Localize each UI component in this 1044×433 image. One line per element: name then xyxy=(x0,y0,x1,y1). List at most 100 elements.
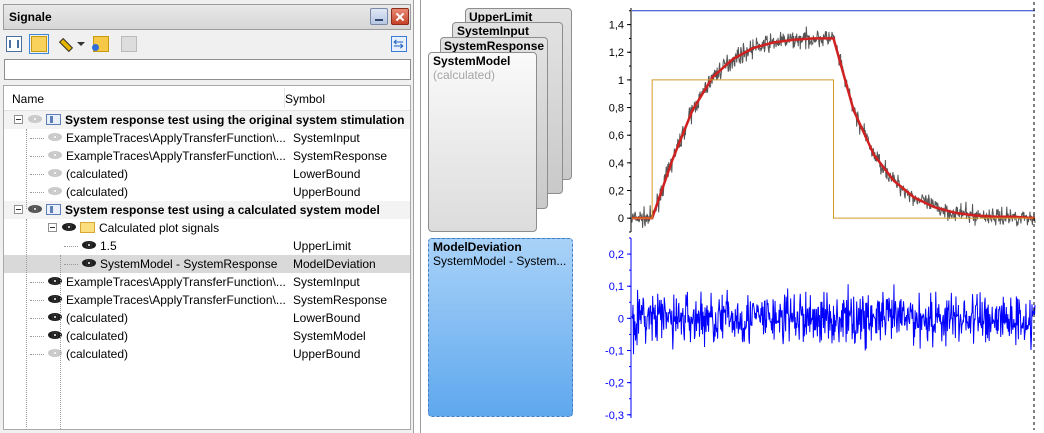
tree-row-symbol: ModelDeviation xyxy=(293,257,376,271)
visibility-eye-icon[interactable] xyxy=(28,114,42,124)
visibility-eye-icon[interactable] xyxy=(28,204,42,214)
tree-header: Name Symbol xyxy=(4,86,410,111)
tree-connector xyxy=(30,336,44,337)
tree-row-symbol: LowerBound xyxy=(293,311,361,325)
signals-panel: Signale Name Symbol System response test… xyxy=(0,0,414,433)
plot-area: UpperLimit SystemInput SystemResponse Sy… xyxy=(420,0,1044,433)
tree-connector xyxy=(30,300,44,301)
y-tick-label: 0,4 xyxy=(609,158,624,170)
collapse-toggle-icon[interactable] xyxy=(14,205,23,214)
column-header-symbol[interactable]: Symbol xyxy=(285,92,325,106)
signal-group-icon xyxy=(46,114,61,125)
table-icon[interactable] xyxy=(6,36,22,52)
add-folder-icon[interactable] xyxy=(92,36,109,52)
signal-tree: Name Symbol System response test using t… xyxy=(3,85,411,430)
y-tick-label: 0 xyxy=(618,313,624,325)
tree-connector xyxy=(30,282,44,283)
signal-group-icon xyxy=(46,204,61,215)
visibility-eye-icon[interactable] xyxy=(82,258,96,268)
search-input[interactable] xyxy=(4,59,411,80)
folder-icon xyxy=(80,222,95,233)
plots-svg[interactable]: 1,4 1,2 1 0,8 0,6 0,4 0,2 0 0,2 0,1 0 -0,1 -0,2 -0,3 xyxy=(421,0,1044,433)
tree-row-name: System response test using the original … xyxy=(65,113,405,127)
tree-connector xyxy=(26,219,27,427)
tree-row[interactable]: (calculated) UpperBound xyxy=(4,183,410,201)
tree-group-row[interactable]: System response test using a calculated … xyxy=(4,201,410,219)
tree-row-name: (calculated) xyxy=(66,311,129,325)
y-tick-label: 1 xyxy=(618,75,624,87)
collapse-toggle-icon[interactable] xyxy=(14,115,23,124)
tree-row-name: System response test using a calculated … xyxy=(65,203,380,217)
pencil-icon[interactable] xyxy=(57,36,73,52)
tree-connector xyxy=(30,156,44,157)
chevron-down-icon[interactable] xyxy=(77,36,85,52)
tree-row-symbol: LowerBound xyxy=(293,167,361,181)
tree-row-symbol: UpperBound xyxy=(293,185,361,199)
tree-row[interactable]: (calculated) LowerBound xyxy=(4,165,410,183)
tree-row-symbol: SystemModel xyxy=(293,329,366,343)
panel-titlebar: Signale xyxy=(3,4,411,30)
tree-row-name: (calculated) xyxy=(66,185,129,199)
visibility-eye-icon[interactable] xyxy=(48,132,62,142)
tree-group-row[interactable]: System response test using the original … xyxy=(4,111,410,129)
remove-icon[interactable] xyxy=(121,36,137,52)
y-tick-label: 1,2 xyxy=(609,47,624,59)
tree-row-name: (calculated) xyxy=(66,167,129,181)
tree-row-symbol: SystemResponse xyxy=(293,293,388,307)
panel-title: Signale xyxy=(9,10,52,24)
y-tick-label: 1,4 xyxy=(609,20,624,32)
tree-row-symbol: SystemInput xyxy=(293,275,360,289)
tree-row-name: (calculated) xyxy=(66,329,129,343)
tree-row[interactable]: ExampleTraces\ApplyTransferFunction\... S… xyxy=(4,129,410,147)
sync-icon[interactable] xyxy=(391,36,407,52)
tree-connector xyxy=(26,129,27,209)
y-tick-label: -0,1 xyxy=(605,346,624,358)
folder-icon[interactable] xyxy=(29,34,49,54)
tree-row[interactable]: SystemModel - SystemResponse ModelDeviati… xyxy=(4,255,410,273)
tree-row-name: (calculated) xyxy=(66,347,129,361)
tree-row-symbol: UpperLimit xyxy=(293,239,352,253)
tree-connector xyxy=(64,246,78,247)
tree-row-name: SystemModel - SystemResponse xyxy=(100,257,278,271)
y-tick-label: 0,2 xyxy=(609,186,624,198)
tree-row-name: ExampleTraces\ApplyTransferFunction\... xyxy=(66,275,286,289)
tree-row-name: ExampleTraces\ApplyTransferFunction\... xyxy=(66,149,286,163)
tree-row[interactable]: 1.5 UpperLimit xyxy=(4,237,410,255)
close-button[interactable] xyxy=(391,8,409,25)
tree-row-name: Calculated plot signals xyxy=(99,221,220,235)
tree-row[interactable]: (calculated) SystemModel xyxy=(4,327,410,345)
tree-row-symbol: SystemInput xyxy=(293,131,360,145)
visibility-eye-icon[interactable] xyxy=(48,186,62,196)
tree-row-symbol: UpperBound xyxy=(293,347,361,361)
tree-row[interactable]: ExampleTraces\ApplyTransferFunction\... S… xyxy=(4,147,410,165)
y-tick-label: -0,2 xyxy=(605,378,624,390)
tree-connector xyxy=(30,354,44,355)
y-tick-label: 0,2 xyxy=(609,249,624,261)
y-tick-label: 0,6 xyxy=(609,130,624,142)
tree-connector xyxy=(30,318,44,319)
tree-row[interactable]: (calculated) LowerBound xyxy=(4,309,410,327)
y-tick-label: 0,1 xyxy=(609,281,624,293)
tree-connector xyxy=(60,255,61,429)
tree-row-symbol: SystemResponse xyxy=(293,149,388,163)
visibility-eye-icon[interactable] xyxy=(62,222,76,232)
visibility-eye-icon[interactable] xyxy=(48,168,62,178)
visibility-eye-icon[interactable] xyxy=(48,150,62,160)
tree-row-name: ExampleTraces\ApplyTransferFunction\... xyxy=(66,293,286,307)
visibility-eye-icon[interactable] xyxy=(82,240,96,250)
y-tick-label: -0,3 xyxy=(605,410,624,422)
tree-row[interactable]: ExampleTraces\ApplyTransferFunction\... S… xyxy=(4,273,410,291)
minimize-button[interactable] xyxy=(370,8,388,25)
tree-connector xyxy=(64,264,78,265)
tree-connector xyxy=(30,174,44,175)
tree-row[interactable]: (calculated) UpperBound xyxy=(4,345,410,363)
tree-row[interactable]: ExampleTraces\ApplyTransferFunction\... S… xyxy=(4,291,410,309)
collapse-toggle-icon[interactable] xyxy=(48,223,57,232)
series-modeldeviation-line xyxy=(631,284,1036,355)
tree-folder-row[interactable]: Calculated plot signals xyxy=(4,219,410,237)
toolbar xyxy=(3,32,411,58)
column-header-name[interactable]: Name xyxy=(12,92,44,106)
y-tick-label: 0 xyxy=(618,213,624,225)
y-tick-label: 0,8 xyxy=(609,103,624,115)
tree-row-name: ExampleTraces\ApplyTransferFunction\... xyxy=(66,131,286,145)
